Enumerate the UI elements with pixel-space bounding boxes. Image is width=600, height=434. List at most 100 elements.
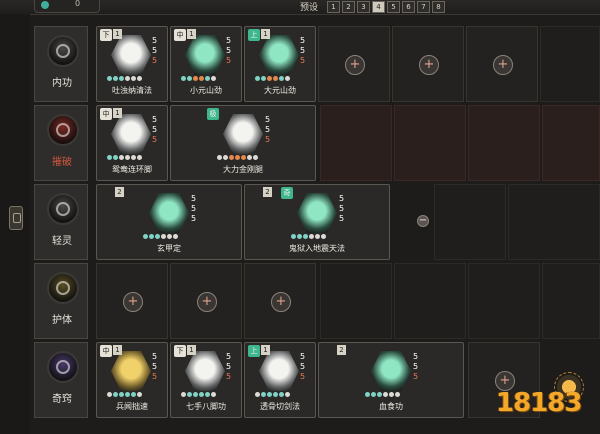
empty-slot[interactable]: + <box>244 263 316 339</box>
stat-2: 5 <box>226 46 232 55</box>
skill-card[interactable]: 中 1 5 5 5 小元山劲 <box>170 26 242 102</box>
level-badge: 1 <box>113 345 122 355</box>
kick-icon <box>111 114 151 154</box>
stat-3: 5 <box>152 135 158 144</box>
preset-4-button[interactable]: 4 <box>372 1 385 13</box>
affinity-dot <box>273 76 278 81</box>
skill-name: 小元山劲 <box>190 86 222 95</box>
affinity-dot <box>167 234 172 239</box>
empty-slot[interactable]: + <box>392 26 464 102</box>
affinity-dot <box>119 155 124 160</box>
affinity-dot <box>285 392 290 397</box>
category-liepo[interactable]: 摧破 <box>34 105 88 181</box>
affinity-dot <box>187 392 192 397</box>
tier-tag: 下 <box>100 29 112 41</box>
affinity-dot <box>113 155 118 160</box>
skill-card[interactable]: 2 5 5 5 血食功 <box>318 342 464 418</box>
stat-3: 5 <box>152 56 158 65</box>
add-icon[interactable]: + <box>493 55 513 75</box>
preset-5-button[interactable]: 5 <box>387 1 400 13</box>
category-qingling[interactable]: 轻灵 <box>34 184 88 260</box>
level-badge: 2 <box>263 187 272 197</box>
affinity-dot <box>309 234 314 239</box>
empty-slot[interactable]: + <box>318 26 390 102</box>
affinity-dot <box>181 76 186 81</box>
locked-slot <box>542 263 600 339</box>
affinity-dot <box>297 234 302 239</box>
affinity-dot <box>137 392 142 397</box>
stat-3: 5 <box>226 372 232 381</box>
preset-6-button[interactable]: 6 <box>402 1 415 13</box>
skill-card[interactable]: 上 1 5 5 5 大元山劲 <box>244 26 316 102</box>
category-huti[interactable]: 护体 <box>34 263 88 339</box>
skill-card[interactable]: 极 5 5 5 大力金刚腿 <box>170 105 316 181</box>
skill-card[interactable]: 中 1 5 5 5 鸳鸯连环脚 <box>96 105 168 181</box>
skill-card[interactable]: 中 1 5 5 5 兵闻拙速 <box>96 342 168 418</box>
skill-card[interactable]: 下 1 5 5 5 吐浊纳清法 <box>96 26 168 102</box>
affinity-dot <box>119 392 124 397</box>
affinity-dot <box>125 155 130 160</box>
add-icon[interactable]: + <box>271 292 291 312</box>
affinity-dot <box>137 155 142 160</box>
locked-slot <box>468 263 540 339</box>
skill-name: 七手八脚功 <box>186 402 226 411</box>
add-icon[interactable]: + <box>345 55 365 75</box>
affinity-dot <box>131 76 136 81</box>
affinity-dot <box>241 155 246 160</box>
affinity-dot <box>125 392 130 397</box>
affinity-dot <box>199 76 204 81</box>
level-badge: 1 <box>187 29 196 39</box>
stat-2: 5 <box>300 362 306 371</box>
stat-2: 5 <box>191 204 197 213</box>
affinity-dot <box>107 76 112 81</box>
liepo-icon <box>47 114 79 146</box>
tier-tag: 下 <box>174 345 186 357</box>
affinity-dot <box>229 155 234 160</box>
affinity-dot <box>279 76 284 81</box>
level-badge: 1 <box>113 108 122 118</box>
skill-card[interactable]: 上 1 5 5 5 透骨切剑法 <box>244 342 316 418</box>
affinity-dot <box>107 392 112 397</box>
affinity-dots <box>107 155 143 161</box>
stat-3: 5 <box>191 214 197 223</box>
stat-3: 5 <box>300 372 306 381</box>
preset-3-button[interactable]: 3 <box>357 1 370 13</box>
level-badge: 1 <box>261 29 270 39</box>
affinity-dot <box>199 392 204 397</box>
skill-name: 兵闻拙速 <box>116 402 148 411</box>
add-icon[interactable]: + <box>419 55 439 75</box>
rail-handle-icon[interactable] <box>9 206 23 230</box>
preset-1-button[interactable]: 1 <box>327 1 340 13</box>
empty-slot[interactable]: + <box>96 263 168 339</box>
empty-slot[interactable]: + <box>170 263 242 339</box>
preset-8-button[interactable]: 8 <box>432 1 445 13</box>
stat-2: 5 <box>226 362 232 371</box>
skill-card[interactable]: 下 1 5 5 5 七手八脚功 <box>170 342 242 418</box>
affinity-dot <box>131 155 136 160</box>
affinity-dot <box>247 155 252 160</box>
add-icon[interactable]: + <box>123 292 143 312</box>
skill-card[interactable]: 2 5 5 5 玄甲定 <box>96 184 242 260</box>
category-label: 护体 <box>52 315 72 326</box>
skill-name: 玄甲定 <box>157 244 181 253</box>
skill-card[interactable]: 奇 2 5 5 5 鬼狱入地震天法 <box>244 184 390 260</box>
stat-1: 5 <box>339 194 345 203</box>
stat-2: 5 <box>152 46 158 55</box>
remove-icon[interactable]: − <box>417 215 429 227</box>
locked-slot <box>320 263 392 339</box>
affinity-dot <box>161 234 166 239</box>
preset-7-button[interactable]: 7 <box>417 1 430 13</box>
empty-slot[interactable]: + <box>466 26 538 102</box>
preset-2-button[interactable]: 2 <box>342 1 355 13</box>
affinity-dot <box>321 234 326 239</box>
tier-tag: 奇 <box>281 187 293 199</box>
affinity-dot <box>193 76 198 81</box>
category-qiqiao[interactable]: 奇窍 <box>34 342 88 418</box>
category-neigong[interactable]: 内功 <box>34 26 88 102</box>
affinity-dots <box>143 234 179 240</box>
affinity-dots <box>107 76 143 82</box>
site-watermark: 18183 <box>496 372 600 434</box>
neigong-icon <box>47 35 79 67</box>
add-icon[interactable]: + <box>197 292 217 312</box>
affinity-dot <box>279 392 284 397</box>
